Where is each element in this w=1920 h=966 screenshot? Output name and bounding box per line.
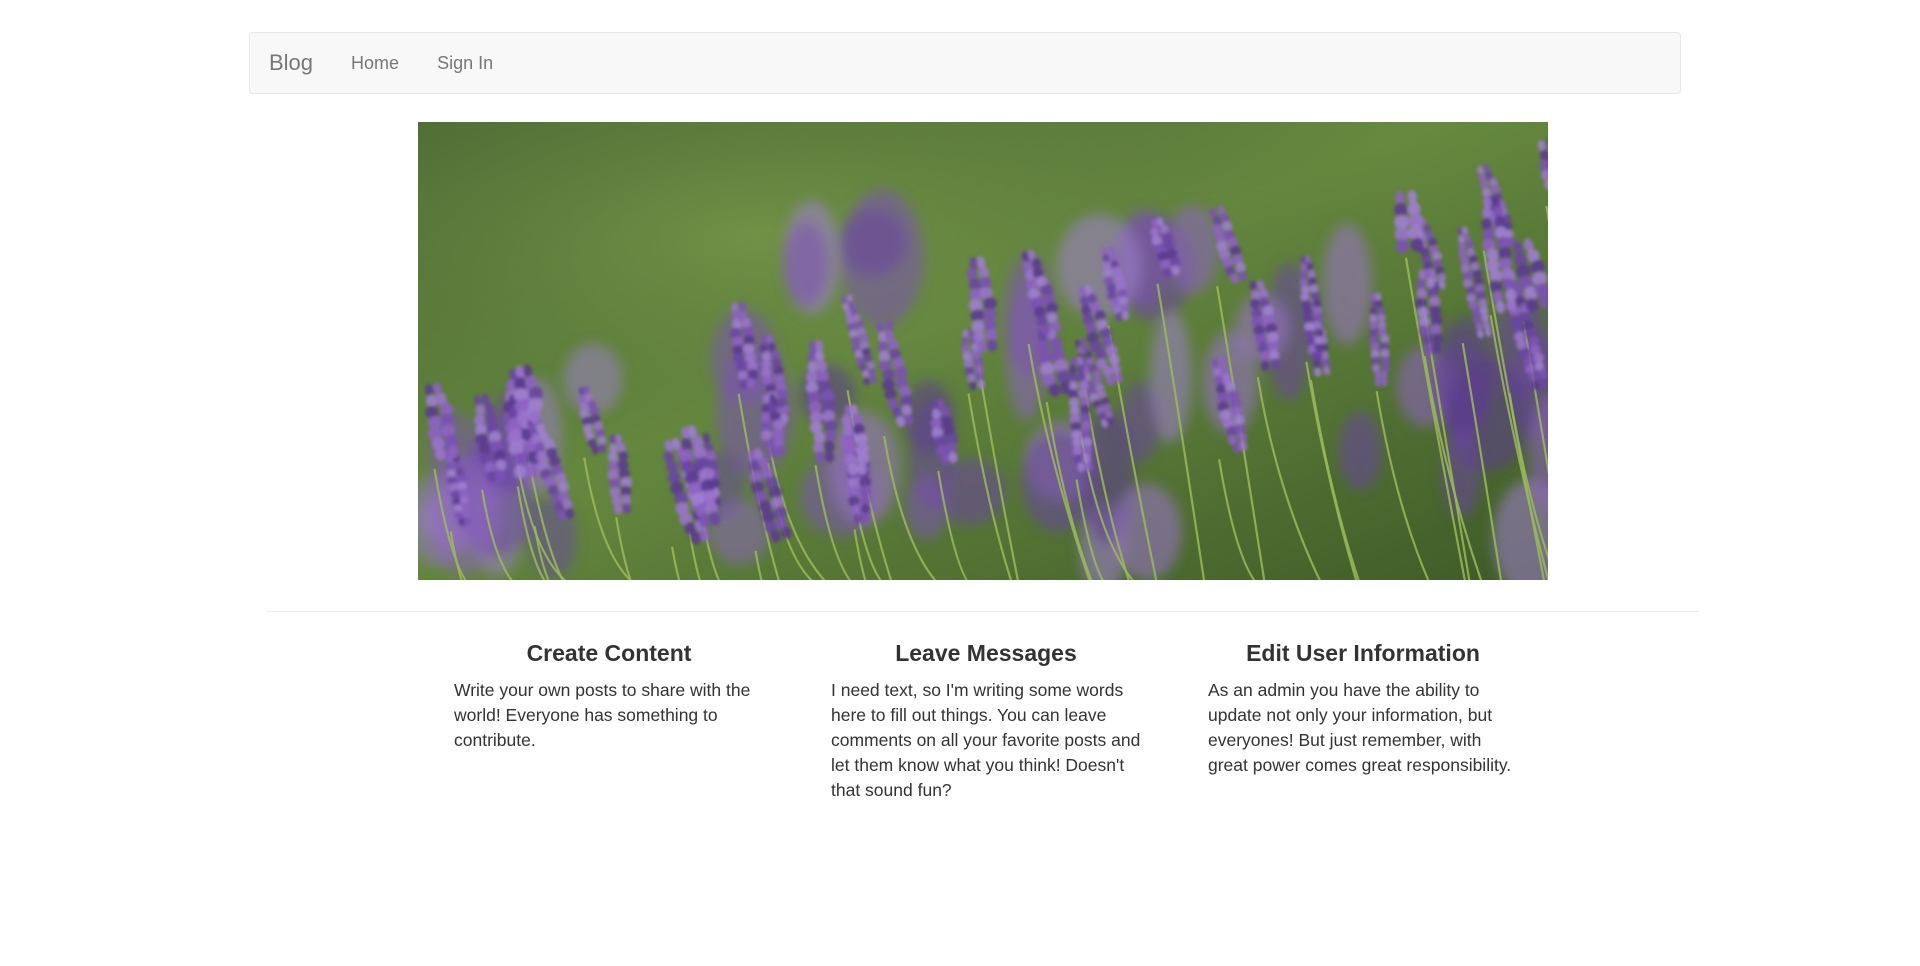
feature-edit-user-information: Edit User Information As an admin you ha… xyxy=(1208,638,1518,778)
hero-image xyxy=(418,122,1548,580)
nav-signin-link[interactable]: Sign In xyxy=(437,53,493,74)
feature-title: Create Content xyxy=(526,640,692,666)
navbar: Blog Home Sign In xyxy=(249,32,1681,94)
section-divider xyxy=(267,611,1699,612)
feature-text: As an admin you have the ability to upda… xyxy=(1208,680,1512,775)
brand-link[interactable]: Blog xyxy=(269,50,313,76)
feature-leave-messages: Leave Messages I need text, so I'm writi… xyxy=(831,638,1141,803)
page: Blog Home Sign In Create Content Write y… xyxy=(0,0,1920,966)
feature-create-content: Create Content Write your own posts to s… xyxy=(454,638,764,753)
nav-home-link[interactable]: Home xyxy=(351,53,399,74)
feature-title: Leave Messages xyxy=(895,640,1077,666)
feature-text: Write your own posts to share with the w… xyxy=(454,680,751,750)
feature-text: I need text, so I'm writing some words h… xyxy=(831,680,1141,800)
feature-title: Edit User Information xyxy=(1246,640,1480,666)
